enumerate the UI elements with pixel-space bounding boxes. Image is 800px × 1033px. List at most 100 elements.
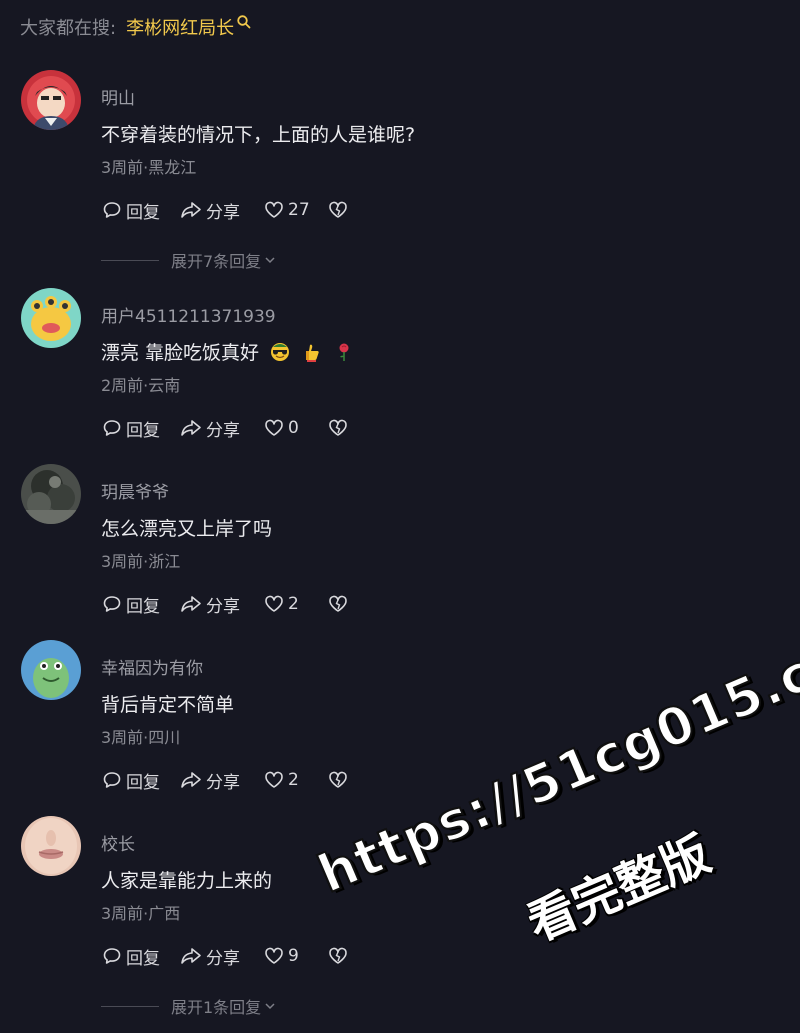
comment-meta: 3周前·四川 [101,728,181,747]
reply-button[interactable]: 回复 [101,768,179,793]
share-label: 分享 [206,202,240,223]
like-button[interactable]: 9 [263,945,327,967]
comment-text: 漂亮 靠脸吃饭真好 [101,338,355,365]
heart-icon [265,419,283,436]
like-count: 9 [288,946,299,966]
thumbs-up-emoji [301,341,323,363]
chevron-down-icon [265,257,275,264]
share-icon [181,772,201,788]
comment-text: 人家是靠能力上来的 [101,866,272,893]
like-button[interactable]: 0 [263,417,327,439]
share-icon [181,948,201,964]
reply-icon [103,772,121,788]
reply-button[interactable]: 回复 [101,592,179,617]
share-label: 分享 [206,948,240,969]
reply-icon [103,202,121,218]
expand-replies-button[interactable]: 展开7条回复 [101,248,277,272]
reply-label: 回复 [126,948,160,969]
expand-replies-label: 展开7条回复 [171,252,262,271]
comment-username[interactable]: 校长 [101,830,135,855]
reply-label: 回复 [126,596,160,617]
sunglasses-emoji [269,341,291,363]
trending-search-prefix: 大家都在搜: [20,18,117,39]
search-icon[interactable] [236,14,252,30]
trending-search-bar[interactable]: 大家都在搜: 李彬网红局长 [20,12,252,42]
rose-emoji [333,341,355,363]
comment-text-body: 漂亮 靠脸吃饭真好 [101,342,260,364]
reply-button[interactable]: 回复 [101,416,179,441]
comment-text-body: 怎么漂亮又上岸了吗 [101,518,273,540]
broken-heart-icon [329,201,347,218]
comment-username[interactable]: 幸福因为有你 [101,654,203,679]
avatar[interactable] [21,816,81,876]
comment-actions: 回复 分享 2 [101,768,349,793]
avatar[interactable] [21,464,81,524]
share-button[interactable]: 分享 [179,944,263,969]
chevron-down-icon [265,1003,275,1010]
reply-icon [103,596,121,612]
comment-username[interactable]: 玥晨爷爷 [101,478,169,503]
like-count: 27 [288,200,310,220]
expand-replies-button[interactable]: 展开1条回复 [101,994,277,1018]
reply-label: 回复 [126,772,160,793]
reply-icon [103,420,121,436]
reply-button[interactable]: 回复 [101,198,179,223]
dislike-button[interactable] [327,417,349,439]
share-icon [181,596,201,612]
avatar[interactable] [21,70,81,130]
dislike-button[interactable] [327,945,349,967]
dislike-button[interactable] [327,199,349,221]
comment-text-body: 不穿着装的情况下，上面的人是谁呢? [101,124,416,146]
avatar[interactable] [21,288,81,348]
broken-heart-icon [329,771,347,788]
like-count: 2 [288,770,299,790]
comment-meta: 3周前·浙江 [101,552,181,571]
comment-username[interactable]: 明山 [101,84,135,109]
divider-line [101,259,159,261]
share-label: 分享 [206,596,240,617]
trending-search-keyword[interactable]: 李彬网红局长 [126,14,234,40]
comment-meta: 3周前·广西 [101,904,181,923]
reply-icon [103,948,121,964]
dislike-button[interactable] [327,593,349,615]
heart-icon [265,201,283,218]
like-button[interactable]: 2 [263,593,327,615]
share-button[interactable]: 分享 [179,592,263,617]
avatar[interactable] [21,640,81,700]
share-label: 分享 [206,772,240,793]
comment-actions: 回复 分享 0 [101,416,349,441]
dislike-button[interactable] [327,769,349,791]
comment-item: 用户4511211371939 漂亮 靠脸吃饭真好 2周前·云南 回复 分享 0 [0,288,800,453]
broken-heart-icon [329,419,347,436]
comment-item: 明山 不穿着装的情况下，上面的人是谁呢? 3周前·黑龙江 回复 分享 27 展开… [0,70,800,280]
comment-username[interactable]: 用户4511211371939 [101,302,276,327]
comment-text: 背后肯定不简单 [101,690,234,717]
share-button[interactable]: 分享 [179,198,263,223]
heart-icon [265,771,283,788]
expand-replies-label: 展开1条回复 [171,998,262,1017]
divider-line [101,1005,159,1007]
reply-label: 回复 [126,202,160,223]
like-button[interactable]: 2 [263,769,327,791]
share-icon [181,420,201,436]
reply-label: 回复 [126,420,160,441]
comment-actions: 回复 分享 9 [101,944,349,969]
comment-text: 怎么漂亮又上岸了吗 [101,514,272,541]
comment-meta: 3周前·黑龙江 [101,158,197,177]
comment-actions: 回复 分享 27 [101,198,349,223]
comment-text-body: 人家是靠能力上来的 [101,870,273,892]
comment-item: 幸福因为有你 背后肯定不简单 3周前·四川 回复 分享 2 [0,640,800,805]
share-button[interactable]: 分享 [179,416,263,441]
heart-icon [265,947,283,964]
comment-item: 校长 人家是靠能力上来的 3周前·广西 回复 分享 9 展开1条回复 [0,816,800,1026]
comment-actions: 回复 分享 2 [101,592,349,617]
comment-meta: 2周前·云南 [101,376,181,395]
share-button[interactable]: 分享 [179,768,263,793]
broken-heart-icon [329,947,347,964]
reply-button[interactable]: 回复 [101,944,179,969]
like-button[interactable]: 27 [263,199,327,221]
like-count: 0 [288,418,299,438]
heart-icon [265,595,283,612]
like-count: 2 [288,594,299,614]
share-icon [181,202,201,218]
